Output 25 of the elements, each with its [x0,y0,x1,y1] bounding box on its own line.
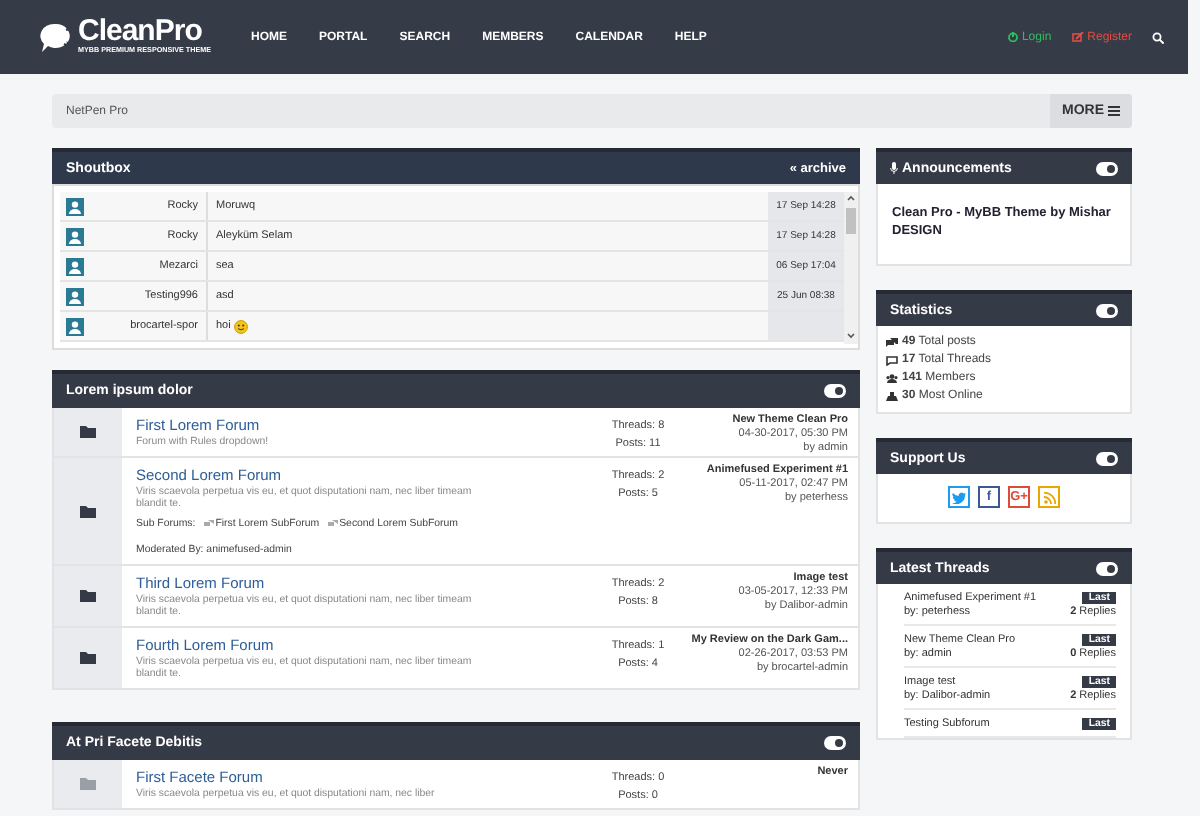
toggle-icon[interactable] [1096,561,1118,575]
smiley-icon [234,319,249,333]
edit-icon [1071,32,1084,42]
users-icon [886,373,898,383]
toggle-icon[interactable] [824,736,846,750]
scrollbar[interactable] [844,192,858,344]
microphone-icon [890,162,898,174]
avatar-icon [66,317,84,335]
avatar-icon [66,197,84,215]
toggle-icon[interactable] [1096,303,1118,317]
rss-icon [1043,491,1055,503]
avatar-icon [66,287,84,305]
twitter-button[interactable] [948,486,970,508]
speech-bubble-icon [40,21,76,53]
logo-title[interactable]: CleanPro [78,18,202,46]
avatar-icon [66,227,84,245]
search-icon[interactable] [1152,31,1164,43]
comment-icon [886,355,898,365]
toggle-icon[interactable] [1096,451,1118,465]
toggle-icon[interactable] [824,384,846,398]
avatar-icon [66,257,84,275]
power-icon [1007,32,1018,42]
toggle-icon[interactable] [1096,161,1118,175]
menu-icon [1108,106,1120,116]
bird-icon [952,491,966,503]
